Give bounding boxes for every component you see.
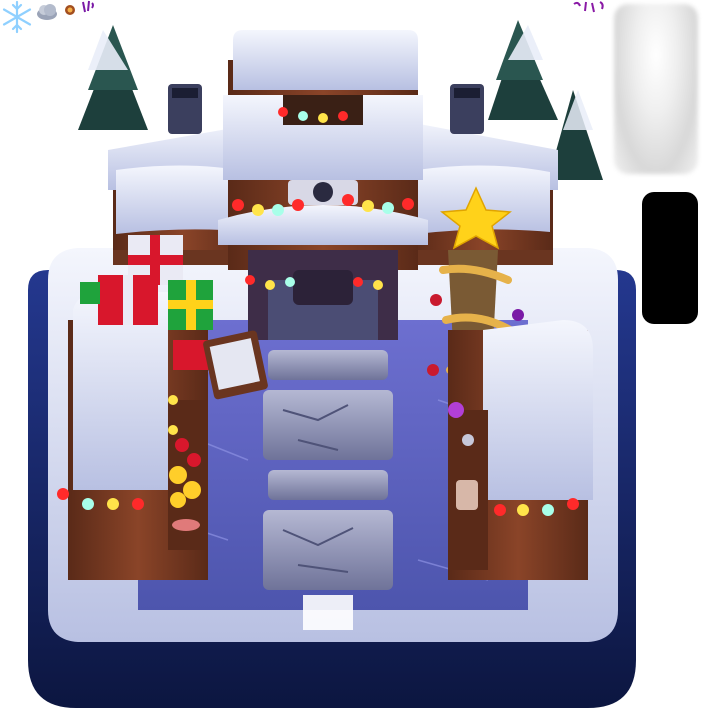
shadow-sprite: [642, 192, 698, 324]
glyph-icon: [80, 0, 96, 14]
pine-tree: [78, 25, 148, 130]
gem-icon: [64, 4, 76, 16]
glyph-icon: [572, 0, 608, 14]
winter-village-arena: [18, 20, 646, 710]
cloud-icon: [36, 2, 58, 22]
market-stall-left: [68, 291, 208, 580]
market-stall-right: [448, 320, 593, 580]
